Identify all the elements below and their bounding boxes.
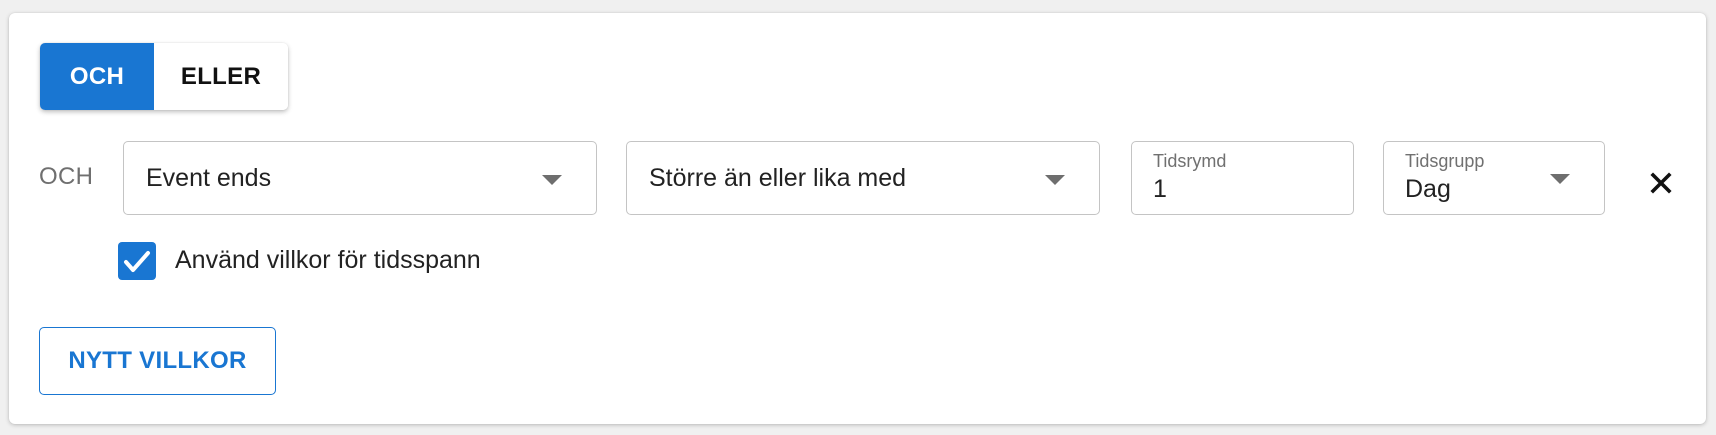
logic-toggle-group: OCH ELLER — [40, 43, 288, 110]
condition-builder-card: OCH ELLER OCH Event ends Större än eller… — [9, 13, 1706, 424]
caret-down-icon — [542, 175, 562, 185]
time-span-input[interactable]: Tidsrymd 1 — [1131, 141, 1354, 215]
time-span-value: 1 — [1153, 175, 1167, 203]
och-toggle-button[interactable]: OCH — [40, 43, 154, 110]
event-field-value: Event ends — [146, 164, 272, 192]
condition-operator-label: OCH — [39, 163, 94, 190]
comparison-value: Större än eller lika med — [649, 164, 907, 192]
time-group-select[interactable]: Tidsgrupp Dag — [1383, 141, 1605, 215]
caret-down-icon — [1045, 175, 1065, 185]
event-field-select[interactable]: Event ends — [123, 141, 597, 215]
use-timespan-label: Använd villkor för tidsspann — [175, 246, 481, 274]
check-icon — [124, 251, 150, 272]
comparison-select[interactable]: Större än eller lika med — [626, 141, 1100, 215]
eller-toggle-button[interactable]: ELLER — [154, 43, 288, 110]
time-group-label: Tidsgrupp — [1405, 151, 1485, 171]
caret-down-icon — [1550, 174, 1570, 184]
new-condition-button[interactable]: NYTT VILLKOR — [39, 327, 276, 395]
time-group-value: Dag — [1405, 175, 1451, 203]
use-timespan-checkbox[interactable] — [118, 242, 156, 280]
close-icon — [1650, 172, 1672, 194]
remove-condition-button[interactable] — [1641, 163, 1681, 203]
time-span-label: Tidsrymd — [1153, 151, 1227, 171]
